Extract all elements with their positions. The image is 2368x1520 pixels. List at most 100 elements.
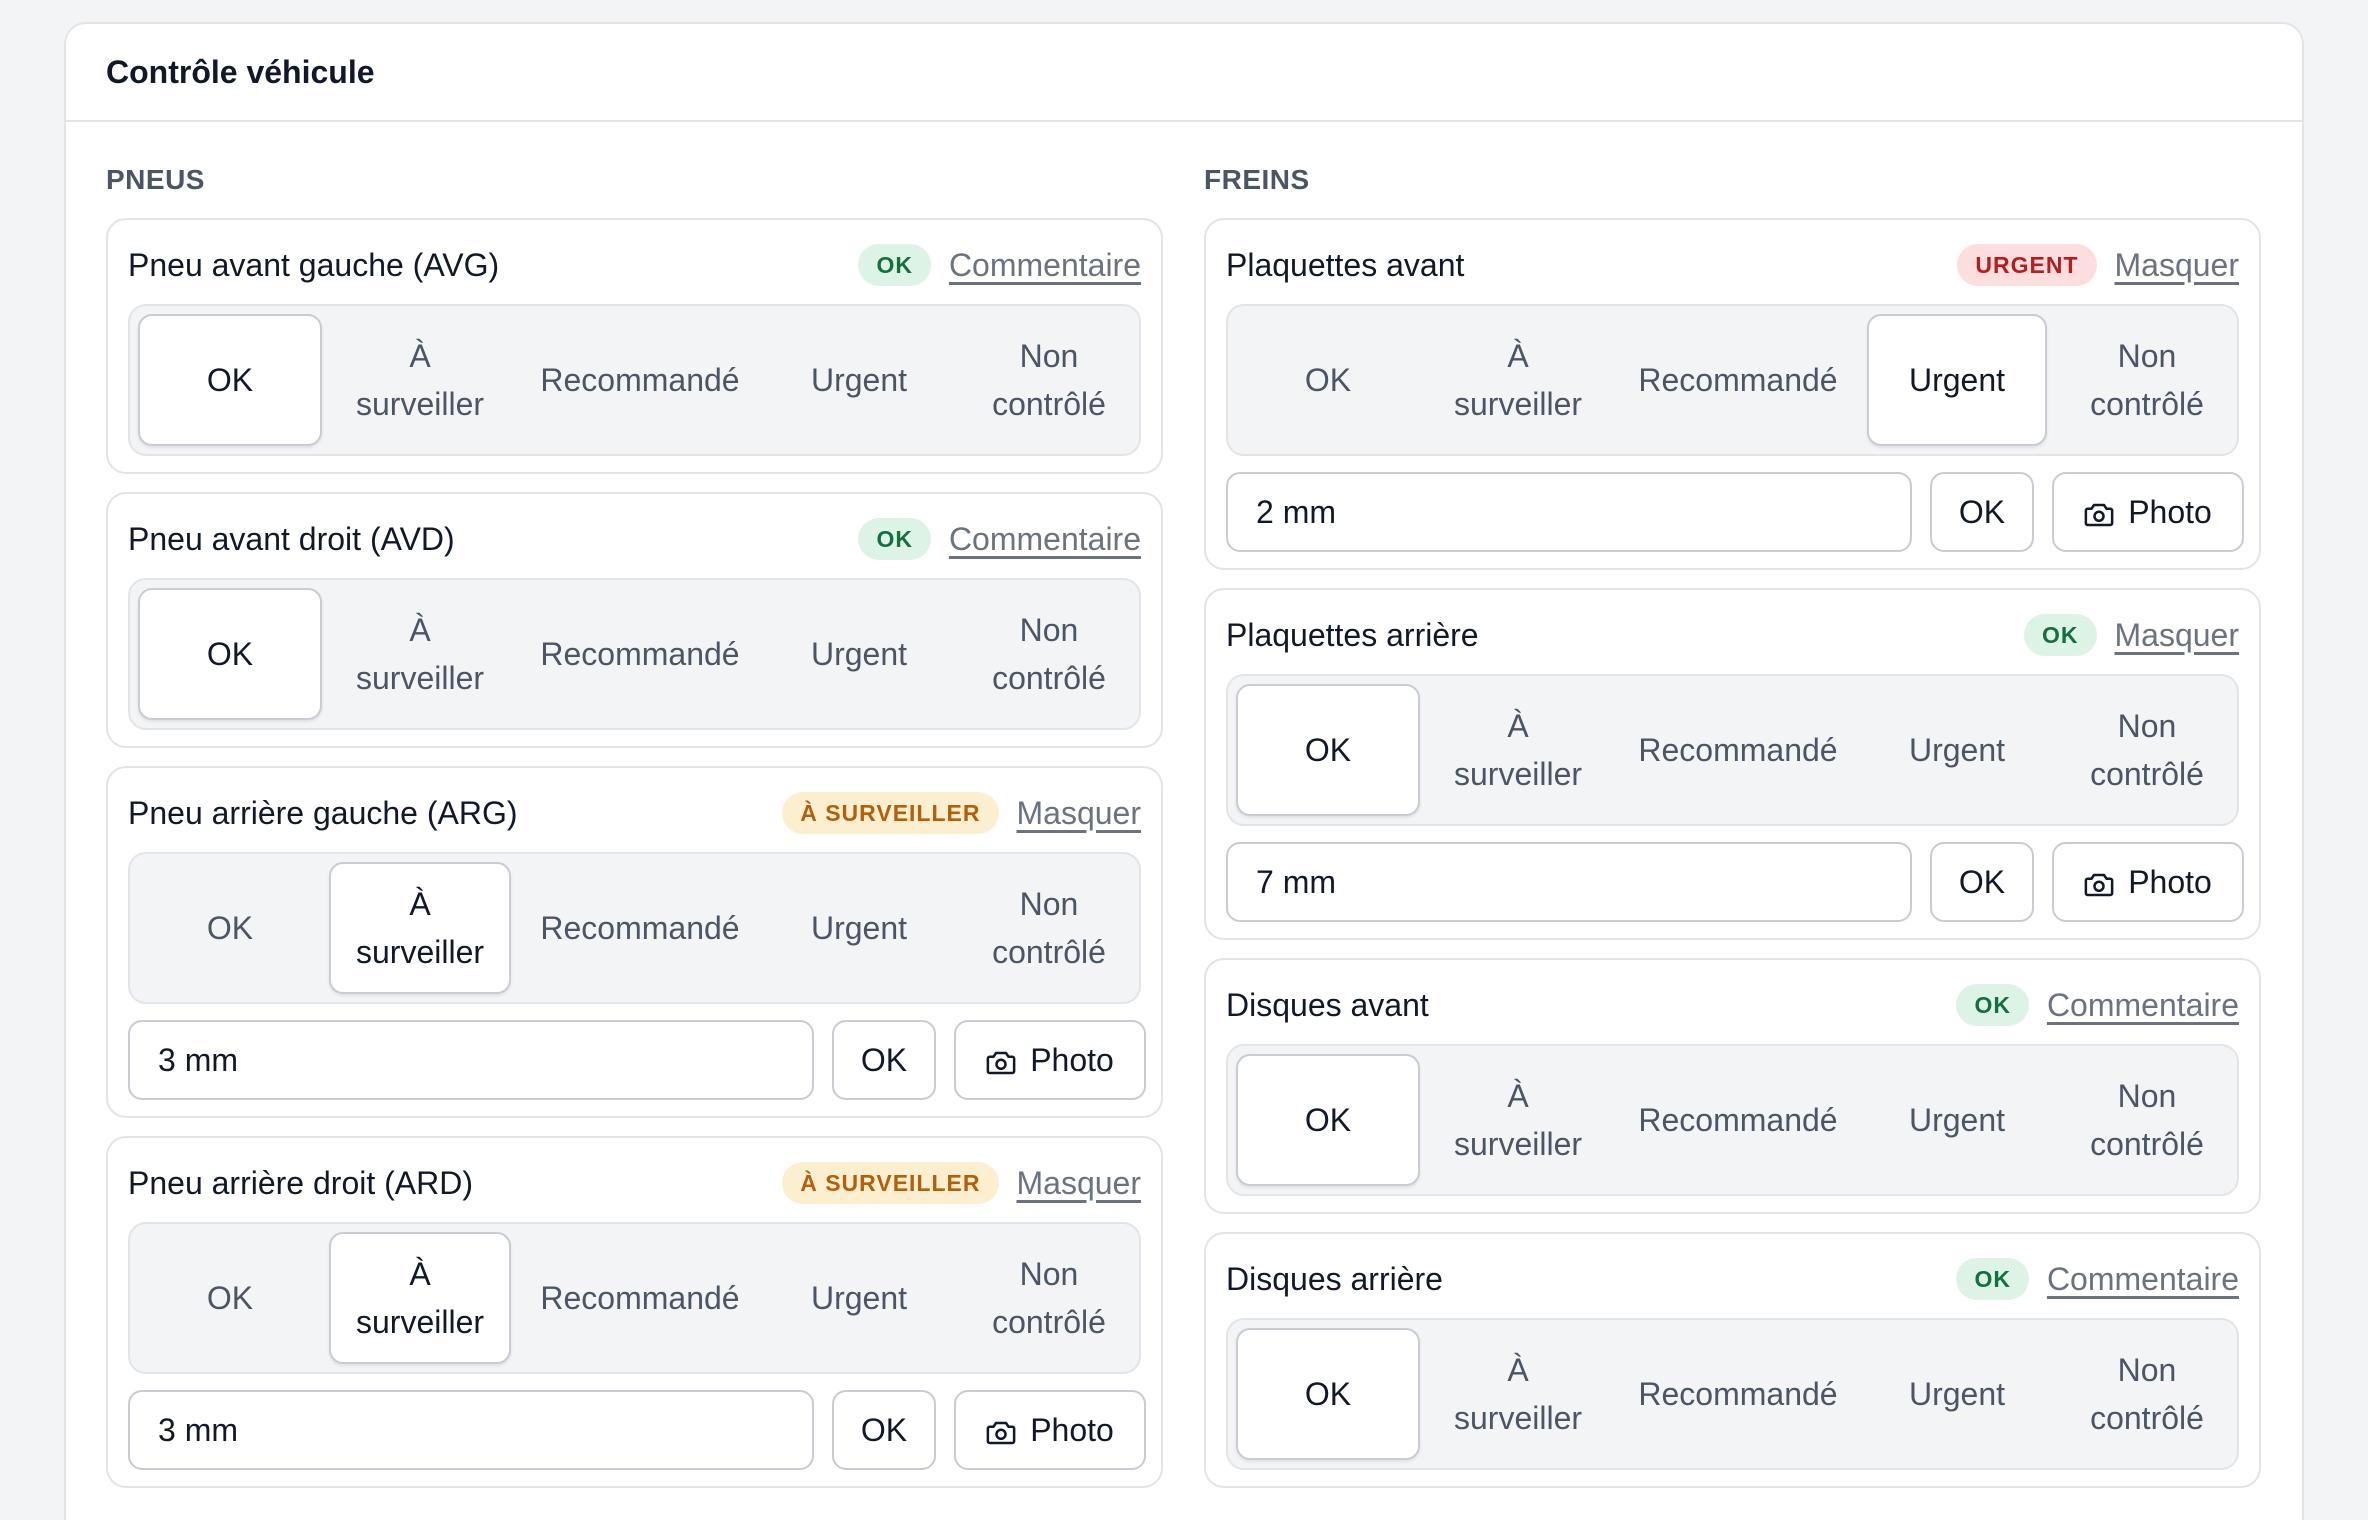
hide-link[interactable]: Masquer (1017, 795, 1142, 832)
card-header-actions: OK Commentaire (1956, 984, 2239, 1026)
status-option[interactable]: Recommandé (518, 862, 762, 994)
measurement-input[interactable] (128, 1020, 814, 1100)
inspection-card: Pneu avant droit (AVD) OK Commentaire OK Àsu… (106, 492, 1163, 748)
status-badge: URGENT (1957, 244, 2097, 286)
status-option[interactable]: OK (138, 1232, 322, 1364)
comment-link[interactable]: Commentaire (949, 521, 1141, 558)
status-option[interactable]: Non contrôlé (957, 862, 1141, 994)
status-option[interactable]: Recommandé (518, 314, 762, 446)
status-option[interactable]: Urgent (1867, 314, 2047, 446)
card-header-actions: OK Commentaire (858, 518, 1141, 560)
photo-label: Photo (1030, 1041, 1114, 1078)
status-segmented-control: OK Àsurveiller Recommandé Urgent Non contrôlé (1226, 674, 2239, 826)
hide-link[interactable]: Masquer (2115, 247, 2240, 284)
status-option[interactable]: Àsurveiller (1427, 314, 1609, 446)
status-option[interactable]: Urgent (769, 862, 949, 994)
status-option[interactable]: OK (138, 862, 322, 994)
status-option[interactable]: Recommandé (1616, 684, 1860, 816)
hide-link[interactable]: Masquer (2115, 617, 2240, 654)
status-option[interactable]: Non contrôlé (2055, 1328, 2239, 1460)
inspection-card: Disques avant OK Commentaire OK Àsurveiller R… (1204, 958, 2261, 1214)
measurement-row: OK Photo (1226, 472, 2244, 552)
status-badge: À SURVEILLER (782, 1162, 999, 1204)
status-badge: À SURVEILLER (782, 792, 999, 834)
status-segmented-control: OK Àsurveiller Recommandé Urgent Non contrôlé (128, 1222, 1141, 1374)
status-option[interactable]: OK (138, 588, 322, 720)
status-option[interactable]: Àsurveiller (1427, 1054, 1609, 1186)
section-title: FREINS (1204, 164, 1310, 195)
card-header: Plaquettes avant URGENT Masquer (1226, 242, 2239, 288)
status-option[interactable]: OK (1236, 684, 1420, 816)
camera-icon (2084, 869, 2114, 897)
status-option[interactable]: OK (1236, 1054, 1420, 1186)
inspection-card: Disques arrière OK Commentaire OK Àsurveille… (1204, 1232, 2261, 1488)
status-option[interactable]: Recommandé (518, 1232, 762, 1364)
card-header: Pneu avant gauche (AVG) OK Commentaire (128, 242, 1141, 288)
item-name: Plaquettes avant (1226, 246, 1465, 283)
confirm-button[interactable]: OK (832, 1020, 936, 1100)
item-name: Pneu arrière gauche (ARG) (128, 794, 518, 831)
card-header-actions: URGENT Masquer (1957, 244, 2239, 286)
status-option[interactable]: OK (1236, 314, 1420, 446)
status-option[interactable]: Urgent (1867, 684, 2047, 816)
status-option[interactable]: Non contrôlé (957, 314, 1141, 446)
confirm-button[interactable]: OK (832, 1390, 936, 1470)
item-name: Pneu avant gauche (AVG) (128, 246, 500, 283)
status-option[interactable]: Àsurveiller (329, 588, 511, 720)
measurement-input[interactable] (1226, 842, 1912, 922)
status-segmented-control: OK Àsurveiller Recommandé Urgent Non contrôlé (1226, 1318, 2239, 1470)
measurement-row: OK Photo (128, 1020, 1146, 1100)
photo-button[interactable]: Photo (2052, 472, 2244, 552)
status-option[interactable]: Urgent (1867, 1054, 2047, 1186)
status-option[interactable]: Recommandé (518, 588, 762, 720)
measurement-input[interactable] (128, 1390, 814, 1470)
status-option[interactable]: Urgent (769, 314, 949, 446)
panel-header: Contrôle véhicule (66, 24, 2302, 122)
status-option[interactable]: Recommandé (1616, 314, 1860, 446)
status-option[interactable]: OK (1236, 1328, 1420, 1460)
comment-link[interactable]: Commentaire (2047, 987, 2239, 1024)
card-header-actions: OK Commentaire (858, 244, 1141, 286)
status-badge: OK (2024, 614, 2097, 656)
status-option[interactable]: OK (138, 314, 322, 446)
status-option[interactable]: Recommandé (1616, 1054, 1860, 1186)
inspection-card: Plaquettes arrière OK Masquer OK Àsurveiller… (1204, 588, 2261, 940)
status-option[interactable]: Non contrôlé (2055, 1054, 2239, 1186)
measurement-row: OK Photo (128, 1390, 1146, 1470)
status-option[interactable]: Non contrôlé (2055, 684, 2239, 816)
inspection-card: Pneu arrière gauche (ARG) À SURVEILLER Mas… (106, 766, 1163, 1118)
confirm-button[interactable]: OK (1930, 842, 2034, 922)
photo-button[interactable]: Photo (2052, 842, 2244, 922)
status-option[interactable]: Urgent (769, 588, 949, 720)
item-name: Disques arrière (1226, 1260, 1443, 1297)
status-option[interactable]: Non contrôlé (957, 588, 1141, 720)
status-option[interactable]: Urgent (1867, 1328, 2047, 1460)
card-header-actions: OK Commentaire (1956, 1258, 2239, 1300)
card-header-actions: À SURVEILLER Masquer (782, 1162, 1141, 1204)
card-header: Pneu avant droit (AVD) OK Commentaire (128, 516, 1141, 562)
panel-title: Contrôle véhicule (106, 53, 375, 90)
status-option[interactable]: Àsurveiller (329, 1232, 511, 1364)
photo-button[interactable]: Photo (954, 1390, 1146, 1470)
status-option[interactable]: Àsurveiller (329, 314, 511, 446)
photo-button[interactable]: Photo (954, 1020, 1146, 1100)
status-option[interactable]: Recommandé (1616, 1328, 1860, 1460)
hide-link[interactable]: Masquer (1017, 1165, 1142, 1202)
status-option[interactable]: Non contrôlé (2055, 314, 2239, 446)
comment-link[interactable]: Commentaire (2047, 1261, 2239, 1298)
status-option[interactable]: Àsurveiller (1427, 684, 1609, 816)
camera-icon (986, 1417, 1016, 1445)
status-segmented-control: OK Àsurveiller Recommandé Urgent Non contrôlé (128, 304, 1141, 456)
measurement-input[interactable] (1226, 472, 1912, 552)
comment-link[interactable]: Commentaire (949, 247, 1141, 284)
photo-label: Photo (1030, 1411, 1114, 1448)
status-option[interactable]: Àsurveiller (1427, 1328, 1609, 1460)
item-name: Disques avant (1226, 986, 1429, 1023)
card-header: Pneu arrière gauche (ARG) À SURVEILLER Mas… (128, 790, 1141, 836)
status-option[interactable]: Àsurveiller (329, 862, 511, 994)
photo-label: Photo (2128, 493, 2212, 530)
confirm-button[interactable]: OK (1930, 472, 2034, 552)
status-option[interactable]: Urgent (769, 1232, 949, 1364)
status-option[interactable]: Non contrôlé (957, 1232, 1141, 1364)
status-badge: OK (858, 244, 931, 286)
